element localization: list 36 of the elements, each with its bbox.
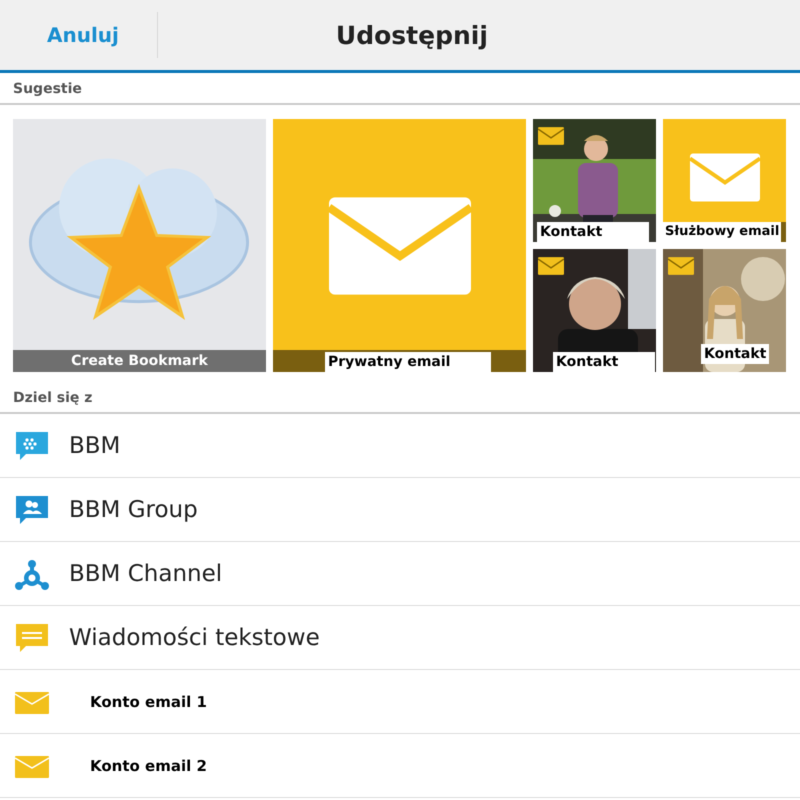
share-item[interactable]: Konto email 1 (0, 670, 800, 734)
contact-tile[interactable]: Kontakt (533, 249, 656, 372)
group-chat-icon (14, 494, 50, 526)
envelope-icon (668, 257, 694, 275)
envelope-icon (690, 153, 760, 202)
chat-bubble-icon (14, 430, 50, 462)
item-label: BBM Channel (69, 560, 222, 586)
item-label: Konto email 1 (90, 692, 207, 710)
envelope-icon (538, 127, 564, 145)
email-tile[interactable]: Prywatny email (273, 119, 526, 372)
envelope-icon (538, 257, 564, 275)
section-heading: Sugestie (0, 73, 800, 105)
tile-label: Kontakt (701, 344, 770, 364)
channel-icon (14, 558, 50, 590)
share-item[interactable]: BBM Channel (0, 542, 800, 606)
bookmark-tile[interactable]: Create Bookmark (13, 119, 266, 372)
contact-tile[interactable]: Kontakt (663, 249, 786, 372)
share-item[interactable]: Konto email 2 (0, 734, 800, 798)
section-heading: Dziel się z (0, 372, 800, 414)
item-label: Wiadomości tekstowe (69, 624, 320, 650)
message-icon (14, 622, 50, 654)
email-tile[interactable]: Służbowy email (663, 119, 786, 242)
envelope-icon (328, 197, 470, 295)
tile-label: Służbowy email (663, 222, 782, 242)
screen-title: Udostępnij (336, 20, 488, 50)
item-label: BBM (69, 432, 120, 458)
tile-label: Kontakt (537, 222, 649, 242)
tile-label: Prywatny email (325, 352, 491, 372)
item-label: Konto email 2 (90, 756, 207, 774)
tile-label: Create Bookmark (13, 350, 266, 372)
share-item[interactable]: BBM (0, 414, 800, 478)
tile-label: Kontakt (553, 352, 655, 372)
item-label: BBM Group (69, 496, 198, 522)
contact-tile[interactable]: Kontakt (533, 119, 656, 242)
share-item[interactable]: Wiadomości tekstowe (0, 606, 800, 670)
share-item[interactable]: BBM Group (0, 478, 800, 542)
